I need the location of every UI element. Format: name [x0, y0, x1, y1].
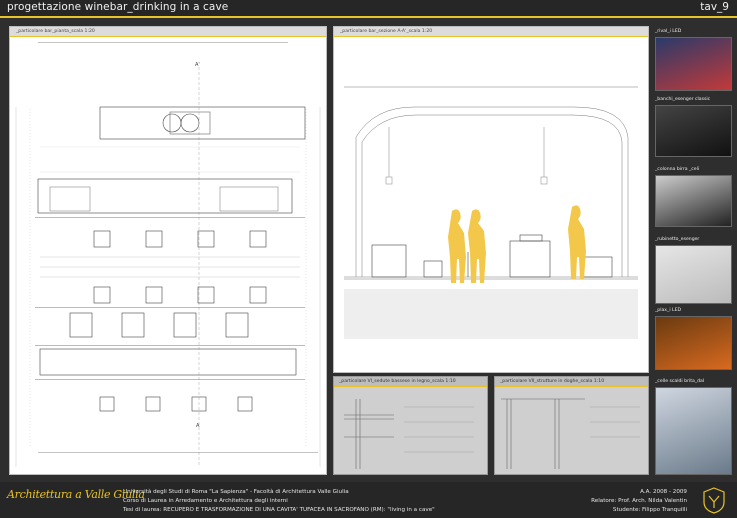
- chair-drawing: [344, 399, 474, 469]
- photo-caption: _colonna birra _celi: [655, 167, 700, 172]
- section-marker-top: A': [195, 62, 200, 68]
- plan-drawing: [15, 42, 321, 467]
- product-photo: [655, 175, 732, 227]
- photo-caption: _rival_i LED: [655, 29, 682, 34]
- title-bar: progettazione winebar_drinking in a cave…: [0, 0, 737, 16]
- course-line: Corso di Laurea in Arredamento e Archite…: [123, 498, 288, 504]
- shelf-drawing: [501, 398, 640, 469]
- university-line: Università degli Studi di Roma "La Sapie…: [123, 489, 349, 495]
- academic-year: A.A. 2008 - 2009: [640, 489, 687, 495]
- photo-caption: _rubinetto_esenger: [655, 237, 700, 242]
- section-marker-bottom: A: [196, 423, 200, 429]
- photo-caption: _banchi_esenger classic: [655, 97, 711, 102]
- relatore: Relatore: Prof. Arch. Nilda Valentin: [591, 498, 687, 504]
- thesis-line: Tesi di laurea: RECUPERO E TRASFORMAZION…: [123, 507, 435, 513]
- university-crest-icon: [703, 487, 725, 514]
- product-photo: [655, 105, 732, 157]
- chair-detail-panel: _particolare VI_sedute bassese in legno_…: [333, 376, 488, 475]
- product-photo: [655, 245, 732, 304]
- sheet-number: tav_9: [700, 1, 729, 13]
- section-panel: _particolare bar_sezione A-A'_scala 1:20: [333, 26, 649, 373]
- accent-stripe: [0, 16, 737, 18]
- studente: Studente: Filippo Tranquilli: [612, 507, 687, 513]
- section-drawing: [344, 86, 638, 339]
- product-photo: [655, 387, 732, 475]
- shelf-detail-panel: _particolare VII_strutture in doghe_scal…: [494, 376, 649, 475]
- plan-panel: _particolare bar_pianta_scala 1:20 A' A: [9, 26, 327, 475]
- product-photo: [655, 316, 732, 370]
- page-title: progettazione winebar_drinking in a cave: [7, 1, 229, 13]
- photo-caption: _celle scaldi brita_dal: [655, 379, 705, 384]
- product-photo: [655, 37, 732, 91]
- photo-caption: _plax_i LED: [655, 308, 682, 313]
